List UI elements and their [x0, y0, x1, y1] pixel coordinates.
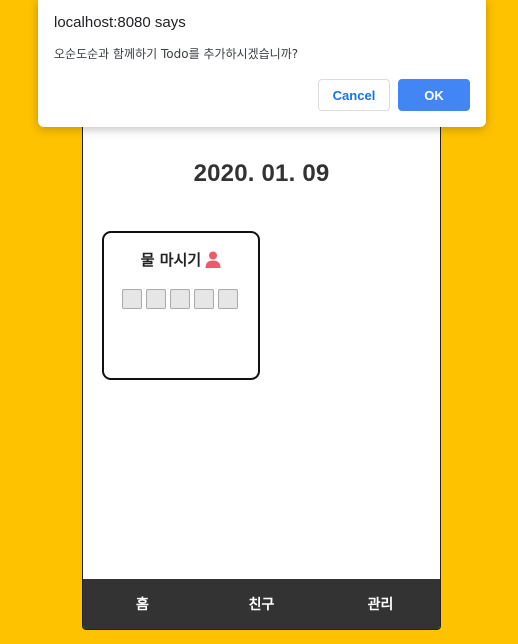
todo-card[interactable]: 물 마시기: [102, 231, 260, 380]
check-box[interactable]: [122, 289, 142, 309]
dialog-message: 오순도순과 함께하기 Todo를 추가하시겠습니까?: [54, 47, 299, 61]
screen: 2020. 01. 09 물 마시기 홈 친구 관리 localhost:808…: [0, 0, 518, 644]
check-box[interactable]: [218, 289, 238, 309]
tab-friends[interactable]: 친구: [202, 594, 321, 614]
todo-title: 물 마시기: [140, 251, 202, 269]
ok-button[interactable]: OK: [398, 79, 470, 111]
confirm-dialog: localhost:8080 says 오순도순과 함께하기 Todo를 추가하…: [38, 0, 486, 127]
person-icon: [205, 251, 221, 268]
check-box[interactable]: [146, 289, 166, 309]
date-header: 2020. 01. 09: [193, 160, 330, 187]
bottom-tabbar: 홈 친구 관리: [83, 579, 440, 629]
check-row: [122, 289, 238, 309]
todo-title-row: 물 마시기: [104, 249, 258, 270]
check-box[interactable]: [170, 289, 190, 309]
check-box[interactable]: [194, 289, 214, 309]
cancel-button[interactable]: Cancel: [318, 79, 390, 111]
dialog-title: localhost:8080 says: [54, 14, 186, 31]
tab-home[interactable]: 홈: [83, 594, 202, 614]
tab-manage[interactable]: 관리: [321, 594, 440, 614]
